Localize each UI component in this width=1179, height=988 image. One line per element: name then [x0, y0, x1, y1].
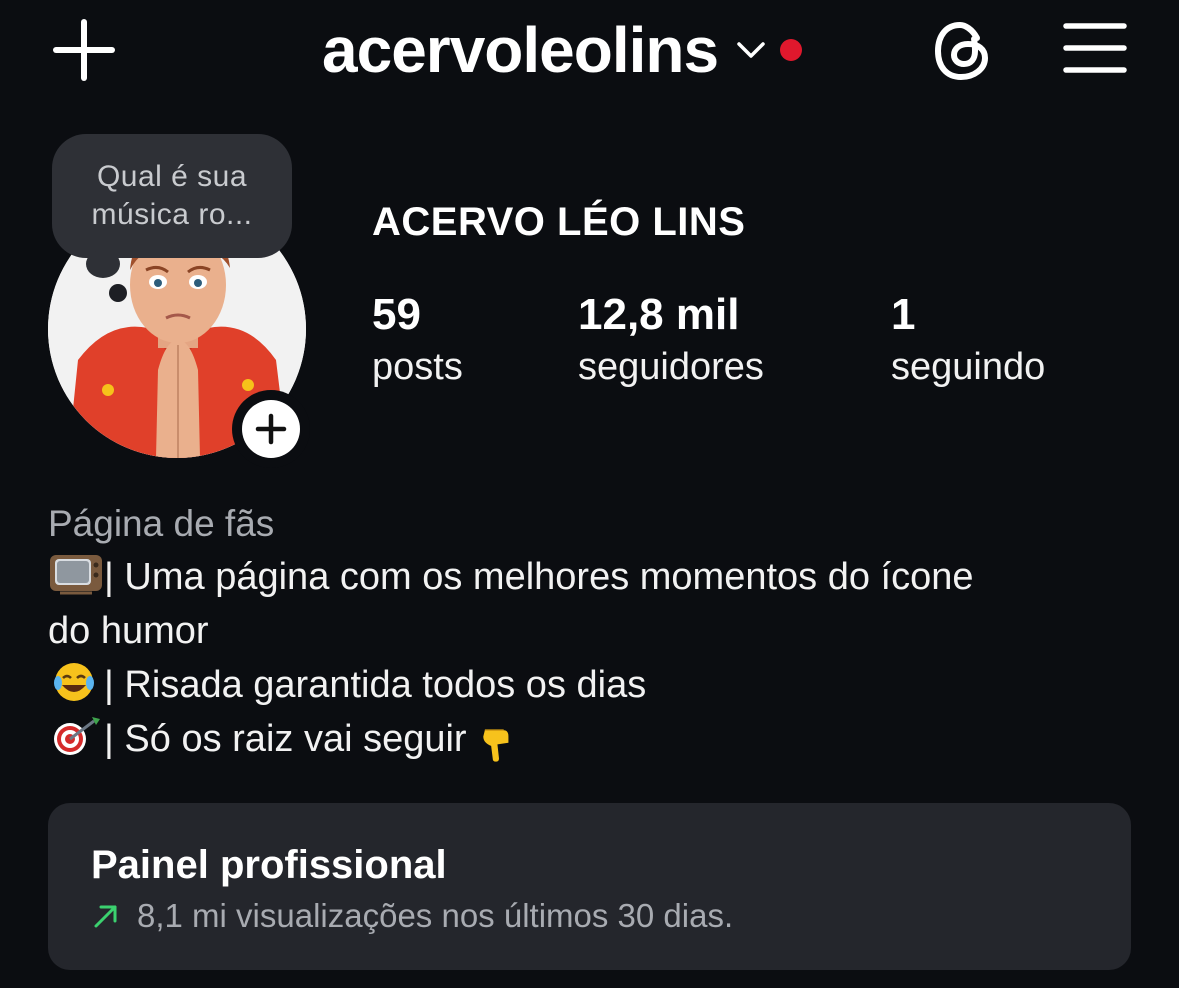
- bio-line: do humor: [48, 604, 1138, 658]
- stat-label: seguidores: [578, 346, 764, 388]
- note-bubble-tail: [86, 250, 120, 278]
- stat-following[interactable]: 1 seguindo: [891, 290, 1045, 394]
- professional-dashboard-card[interactable]: Painel profissional 8,1 mi visualizações…: [48, 803, 1131, 970]
- bio-text: | Risada garantida todos os dias: [104, 664, 647, 706]
- bio-text: | Só os raiz vai seguir: [104, 718, 478, 760]
- new-post-button[interactable]: [50, 18, 118, 82]
- bio-text: | Uma página com os melhores momentos do…: [104, 556, 974, 598]
- stat-label: posts: [372, 346, 463, 388]
- add-story-circle: [242, 400, 300, 458]
- note-bubble[interactable]: Qual é sua música ro...: [52, 134, 292, 258]
- plus-icon: [53, 19, 115, 81]
- threads-icon: [935, 22, 988, 80]
- notification-dot: [780, 39, 803, 61]
- add-story-button[interactable]: [232, 390, 310, 468]
- username: acervoleolins: [322, 14, 719, 86]
- tv-emoji: [50, 555, 102, 595]
- menu-button[interactable]: [1062, 20, 1128, 76]
- dashboard-subtitle: 8,1 mi visualizações nos últimos 30 dias…: [91, 897, 733, 935]
- stat-posts[interactable]: 59 posts: [372, 290, 463, 394]
- target-emoji: [54, 717, 100, 755]
- trend-up-icon: [94, 905, 117, 928]
- laughing-emoji: [54, 663, 94, 701]
- stat-followers[interactable]: 12,8 mil seguidores: [578, 290, 764, 394]
- stat-value: 12,8 mil: [578, 290, 740, 339]
- bio-text: do humor: [48, 610, 209, 652]
- top-bar: acervoleolins: [0, 0, 1179, 100]
- dashboard-title: Painel profissional: [91, 843, 447, 887]
- bio-line: | Uma página com os melhores momentos do…: [48, 550, 1138, 604]
- note-bubble-tail-dot: [109, 284, 127, 302]
- bio: Página de fãs | Uma página com os melhor…: [48, 498, 1138, 766]
- bio-category: Página de fãs: [48, 503, 275, 544]
- plus-icon: [255, 413, 287, 445]
- display-name: ACERVO LÉO LINS: [372, 200, 746, 244]
- threads-button[interactable]: [930, 18, 996, 84]
- chevron-down-icon: [737, 42, 765, 58]
- bio-line: | Só os raiz vai seguir: [48, 712, 1138, 766]
- bio-line: | Risada garantida todos os dias: [48, 658, 1138, 712]
- dashboard-subtitle-text: 8,1 mi visualizações nos últimos 30 dias…: [137, 897, 734, 934]
- stat-label: seguindo: [891, 346, 1046, 388]
- account-switcher[interactable]: acervoleolins: [322, 10, 803, 90]
- note-text: Qual é sua música ro...: [91, 160, 253, 231]
- stat-value: 59: [372, 290, 421, 339]
- pointing-down-emoji: [483, 729, 509, 762]
- hamburger-menu-icon: [1063, 23, 1127, 73]
- stat-value: 1: [891, 290, 916, 339]
